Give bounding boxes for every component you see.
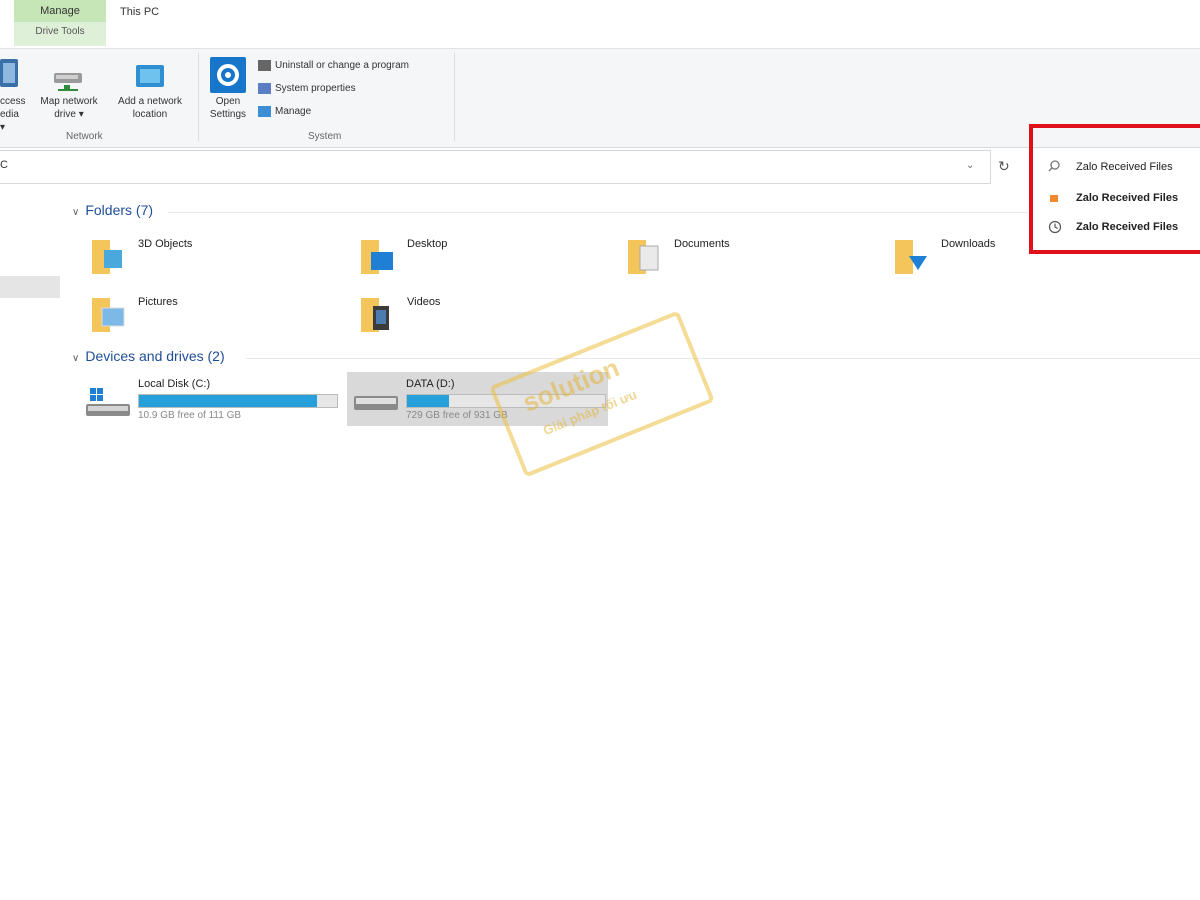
folder-videos[interactable]: Videos bbox=[359, 294, 619, 344]
drives-section-header[interactable]: ∨ Devices and drives (2) bbox=[72, 348, 225, 364]
chevron-down-icon[interactable]: ⌄ bbox=[966, 160, 974, 171]
drive-free-space: 729 GB free of 931 GB bbox=[406, 410, 508, 421]
hard-drive-icon bbox=[354, 396, 398, 410]
drive-usage-bar bbox=[138, 394, 338, 408]
system-properties-button[interactable]: System properties bbox=[258, 82, 356, 96]
search-icon bbox=[1048, 160, 1060, 175]
folder-pictures[interactable]: Pictures bbox=[90, 294, 350, 344]
drive-name: Local Disk (C:) bbox=[138, 378, 211, 390]
drive-tools-label: Drive Tools bbox=[35, 26, 85, 37]
history-icon bbox=[1048, 220, 1062, 237]
folder-desktop[interactable]: Desktop bbox=[359, 236, 619, 286]
add-network-location-icon bbox=[134, 61, 168, 98]
map-network-drive-icon bbox=[52, 65, 86, 98]
chevron-down-icon: ∨ bbox=[72, 207, 80, 218]
address-path: C bbox=[0, 159, 8, 171]
address-bar[interactable]: C ⌄ bbox=[0, 150, 991, 184]
ribbon-tab-bar: Manage Drive Tools This PC bbox=[0, 0, 1200, 48]
folder-icon bbox=[1048, 192, 1060, 207]
folders-section-header[interactable]: ∨ Folders (7) bbox=[72, 202, 153, 218]
tab-manage[interactable]: Manage bbox=[14, 0, 106, 22]
drive-usage-fill bbox=[139, 395, 318, 407]
drive-usage-fill bbox=[407, 395, 449, 407]
drive-name: DATA (D:) bbox=[406, 378, 455, 390]
drive-tools-context-tab: Manage Drive Tools bbox=[14, 0, 106, 46]
add-network-location-button[interactable]: Add a network location bbox=[108, 95, 192, 121]
search-suggestion[interactable]: Zalo Received Files bbox=[1076, 192, 1178, 204]
drive-d[interactable]: DATA (D:) 729 GB free of 931 GB bbox=[406, 374, 606, 428]
folder-documents[interactable]: Documents bbox=[626, 236, 886, 286]
settings-gear-icon bbox=[210, 57, 246, 98]
manage-button[interactable]: Manage bbox=[258, 105, 311, 119]
drive-free-space: 10.9 GB free of 111 GB bbox=[138, 410, 242, 421]
search-input[interactable] bbox=[1076, 161, 1188, 173]
videos-folder-icon bbox=[361, 298, 389, 332]
section-divider bbox=[246, 358, 1200, 359]
drive-usage-bar bbox=[406, 394, 606, 408]
desktop-folder-icon bbox=[361, 240, 393, 274]
computer-manage-icon bbox=[258, 105, 271, 117]
properties-icon bbox=[258, 82, 271, 94]
ribbon-separator bbox=[454, 53, 455, 141]
ribbon-separator bbox=[198, 53, 199, 141]
pictures-folder-icon bbox=[92, 298, 125, 332]
documents-folder-icon bbox=[628, 240, 659, 274]
refresh-icon[interactable]: ↻ bbox=[998, 158, 1010, 175]
3d-objects-folder-icon bbox=[92, 240, 122, 274]
drive-c[interactable]: Local Disk (C:) 10.9 GB free of 111 GB bbox=[138, 374, 338, 428]
section-divider bbox=[168, 212, 1028, 213]
system-group-label: System bbox=[308, 131, 342, 142]
access-media-button[interactable]: ccess edia ▾ bbox=[0, 95, 26, 134]
uninstall-program-button[interactable]: Uninstall or change a program bbox=[258, 59, 409, 73]
ribbon: ccess edia ▾ Map network drive ▾ Add a n… bbox=[0, 48, 1200, 148]
network-group-label: Network bbox=[66, 131, 103, 142]
media-server-icon bbox=[0, 57, 20, 94]
folder-3d-objects[interactable]: 3D Objects bbox=[90, 236, 350, 286]
folder-downloads[interactable]: Downloads bbox=[893, 236, 1153, 286]
uninstall-icon bbox=[258, 59, 271, 71]
chevron-down-icon: ∨ bbox=[72, 353, 80, 364]
nav-item-selected[interactable] bbox=[0, 276, 60, 298]
tab-this-pc[interactable]: This PC bbox=[120, 6, 159, 18]
open-settings-button[interactable]: Open Settings bbox=[204, 95, 252, 121]
map-network-drive-button[interactable]: Map network drive ▾ bbox=[30, 95, 108, 121]
downloads-folder-icon bbox=[895, 240, 927, 274]
search-suggestion[interactable]: Zalo Received Files bbox=[1076, 221, 1178, 233]
windows-drive-icon bbox=[86, 388, 130, 416]
